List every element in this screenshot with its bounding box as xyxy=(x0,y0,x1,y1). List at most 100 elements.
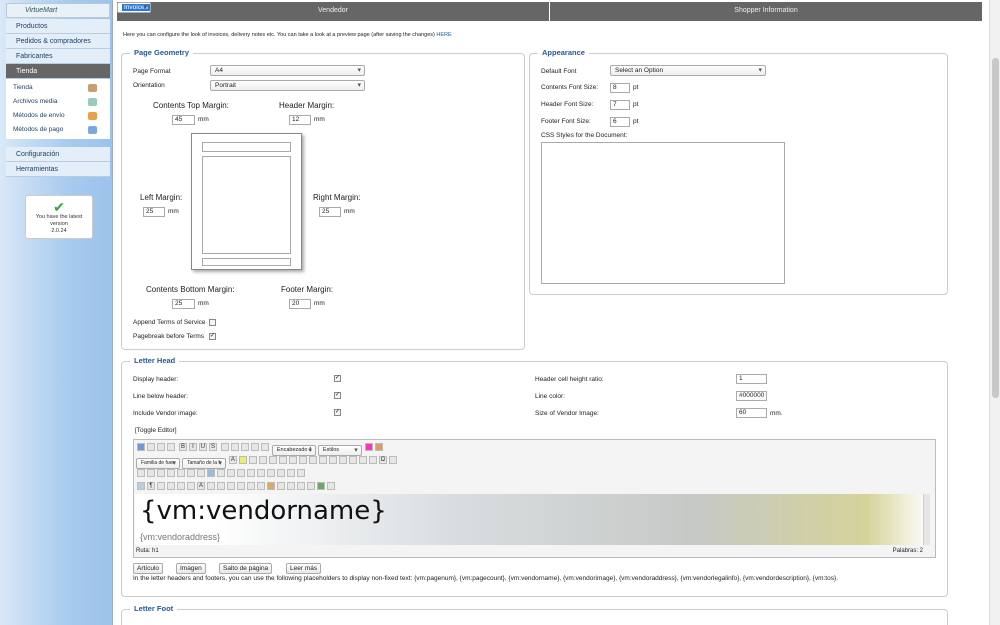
split-cells-icon[interactable] xyxy=(297,469,305,477)
fullscreen-icon[interactable] xyxy=(157,469,165,477)
append-tos-checkbox[interactable] xyxy=(209,319,216,326)
vendor-image-checkbox[interactable]: ✓ xyxy=(334,409,341,416)
image-button[interactable]: Imagen xyxy=(176,563,206,574)
align-justify-icon[interactable] xyxy=(250,443,259,451)
undo-icon[interactable] xyxy=(157,443,165,451)
pagebreak-button[interactable]: Salto de página xyxy=(219,563,273,574)
code-icon[interactable] xyxy=(307,482,315,490)
page-scrollbar[interactable] xyxy=(989,0,1000,625)
bullet-list-icon[interactable] xyxy=(318,456,327,464)
search-icon[interactable] xyxy=(187,469,195,477)
row-after-icon[interactable] xyxy=(237,469,245,477)
contents-font-size-input[interactable]: 8 xyxy=(610,83,630,93)
eraser-icon[interactable] xyxy=(364,443,373,451)
bottom-margin-input[interactable]: 25 xyxy=(172,299,195,309)
tab-vendedor[interactable]: Vendedor xyxy=(117,2,550,21)
preview-icon[interactable] xyxy=(167,469,175,477)
preview-link[interactable]: HERE xyxy=(436,32,451,38)
line-below-checkbox[interactable]: ✓ xyxy=(334,392,341,399)
unlink-icon[interactable] xyxy=(287,482,295,490)
delete-icon[interactable] xyxy=(237,482,245,490)
horizontal-rule-icon[interactable] xyxy=(388,456,397,464)
help-icon[interactable] xyxy=(137,443,145,451)
styleprops-icon[interactable] xyxy=(260,443,269,451)
paragraph-icon[interactable]: ¶ xyxy=(147,482,155,490)
editor-content[interactable]: {vm:vendorname} {vm:vendoraddress} xyxy=(135,494,930,545)
abbr-icon[interactable] xyxy=(207,482,215,490)
paste-icon[interactable] xyxy=(268,456,277,464)
media-embed-icon[interactable] xyxy=(317,482,325,490)
indent-icon[interactable] xyxy=(348,456,357,464)
top-margin-input[interactable]: 45 xyxy=(172,115,195,125)
redo-icon[interactable] xyxy=(167,443,175,451)
vendor-image-size-input[interactable]: 60 xyxy=(736,408,767,418)
left-margin-input[interactable]: 25 xyxy=(143,207,165,217)
line-color-input[interactable]: #000000 xyxy=(736,391,767,401)
link-icon[interactable] xyxy=(277,482,285,490)
nbsp-icon[interactable] xyxy=(177,482,185,490)
sidebar-item-configuracion[interactable]: Configuración xyxy=(6,147,110,162)
right-margin-input[interactable]: 25 xyxy=(319,207,341,217)
visual-aid-icon[interactable] xyxy=(137,482,145,490)
sidebar-subitem-media[interactable]: Archivos media xyxy=(6,95,110,109)
edit-html-icon[interactable] xyxy=(327,482,335,490)
tab-shopper-information[interactable]: Shopper Information xyxy=(550,2,983,21)
sidebar-subitem-pago[interactable]: Métodos de pago xyxy=(6,123,110,137)
acronym-icon[interactable] xyxy=(217,482,225,490)
layer-icon[interactable] xyxy=(257,482,265,490)
display-header-checkbox[interactable]: ✓ xyxy=(334,375,341,382)
visual-chars-icon[interactable] xyxy=(167,482,175,490)
tab-invoices[interactable]: Invoices xyxy=(117,2,151,13)
paste-text-icon[interactable] xyxy=(278,456,287,464)
align-left-icon[interactable] xyxy=(220,443,229,451)
subscript-icon[interactable] xyxy=(358,456,367,464)
delete-col-icon[interactable] xyxy=(277,469,285,477)
image-icon[interactable] xyxy=(297,482,305,490)
readmore-button[interactable]: Leer más xyxy=(286,563,322,574)
col-after-icon[interactable] xyxy=(267,469,275,477)
outdent-icon[interactable] xyxy=(338,456,347,464)
underline-icon[interactable]: U xyxy=(198,443,207,451)
blockquote-icon[interactable] xyxy=(187,482,195,490)
sidebar-item-herramientas[interactable]: Herramientas xyxy=(6,162,110,177)
replace-icon[interactable] xyxy=(308,456,317,464)
attribs-icon[interactable] xyxy=(247,482,255,490)
merge-cells-icon[interactable] xyxy=(287,469,295,477)
strike-icon[interactable]: S xyxy=(208,443,217,451)
number-list-icon[interactable] xyxy=(328,456,337,464)
sidebar-item-pedidos[interactable]: Pedidos & compradores xyxy=(6,34,110,49)
bold-icon[interactable]: B xyxy=(178,443,187,451)
ltr-icon[interactable] xyxy=(137,469,145,477)
anchor-icon[interactable] xyxy=(267,482,275,490)
print-icon[interactable] xyxy=(177,469,185,477)
delete-row-icon[interactable] xyxy=(247,469,255,477)
rtl-icon[interactable] xyxy=(147,469,155,477)
table-props-icon[interactable] xyxy=(217,469,225,477)
row-before-icon[interactable] xyxy=(227,469,235,477)
sidebar-subitem-tienda[interactable]: Tienda xyxy=(6,81,110,95)
cut-icon[interactable] xyxy=(248,456,257,464)
find-icon[interactable] xyxy=(298,456,307,464)
superscript-icon[interactable] xyxy=(368,456,377,464)
page-format-select[interactable]: A4 xyxy=(210,65,365,76)
highlight-icon[interactable] xyxy=(238,456,247,464)
toggle-editor-link[interactable]: [Toggle Editor] xyxy=(135,427,177,434)
cleanup-icon[interactable] xyxy=(374,443,383,451)
spellcheck-icon[interactable] xyxy=(197,469,205,477)
default-font-select[interactable]: Select an Option xyxy=(610,65,766,76)
header-margin-input[interactable]: 12 xyxy=(289,115,311,125)
article-button[interactable]: Artículo xyxy=(133,563,164,574)
template-icon[interactable] xyxy=(157,482,165,490)
sidebar-item-tienda[interactable]: Tienda xyxy=(6,64,110,79)
scrollbar-thumb[interactable] xyxy=(992,58,999,398)
text-color-icon[interactable]: A xyxy=(228,456,237,464)
col-before-icon[interactable] xyxy=(257,469,265,477)
orientation-select[interactable]: Portrait xyxy=(210,80,365,91)
editor-scrollbar[interactable] xyxy=(923,494,930,545)
header-font-size-input[interactable]: 7 xyxy=(610,100,630,110)
footer-margin-input[interactable]: 20 xyxy=(289,299,311,309)
cell-ratio-input[interactable]: 1 xyxy=(736,374,767,384)
special-char-icon[interactable]: Ω xyxy=(378,456,387,464)
align-center-icon[interactable] xyxy=(230,443,239,451)
footer-font-size-input[interactable]: 6 xyxy=(610,117,630,127)
